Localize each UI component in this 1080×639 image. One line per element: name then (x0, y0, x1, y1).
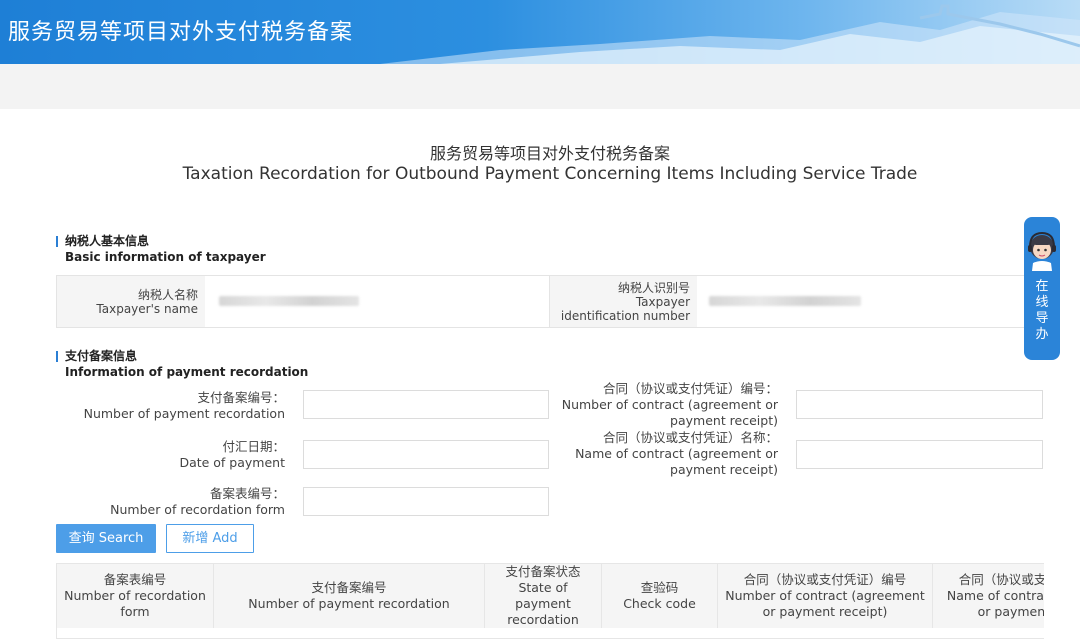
column-header-cn: 支付备案编号 (311, 580, 387, 595)
guide-char: 线 (1035, 295, 1049, 310)
column-header-payment-number[interactable]: 支付备案编号 Number of payment recordation (214, 564, 485, 628)
taxpayer-id-label-en1: Taxpayer (635, 294, 690, 309)
column-header-en1: Number of recordation (64, 588, 206, 603)
guide-char: 导 (1035, 311, 1049, 326)
page-subtitle: Taxation Recordation for Outbound Paymen… (182, 164, 918, 184)
column-header-check-code[interactable]: 查验码 Check code (602, 564, 718, 628)
payment-section-title: 支付备案信息 Information of payment recordatio… (56, 348, 308, 380)
contract-number-label: 合同（协议或支付凭证）编号： Number of contract (agree… (550, 381, 778, 429)
contract-name-input[interactable] (796, 440, 1043, 469)
contract-name-label: 合同（协议或支付凭证）名称： Name of contract (agreeme… (550, 430, 778, 478)
column-header-cn: 合同（协议或支付凭证）名称 (958, 572, 1044, 587)
contract-name-label-cn: 合同（协议或支付凭证）名称： (602, 430, 778, 445)
contract-name-label-en1: Name of contract (agreement or (575, 446, 778, 461)
form-number-input[interactable] (303, 487, 549, 516)
taxpayer-id-label: 纳税人识别号 Taxpayer identification number (549, 276, 697, 327)
results-table: 备案表编号 Number of recordation form 支付备案编号 … (56, 563, 1044, 639)
header-banner: 服务贸易等项目对外支付税务备案 (0, 0, 1080, 64)
payment-number-label-en: Number of payment recordation (83, 406, 285, 421)
contract-number-label-cn: 合同（协议或支付凭证）编号： (602, 381, 778, 396)
taxpayer-name-label: 纳税人名称 Taxpayer's name (57, 276, 205, 327)
guide-char: 办 (1035, 327, 1049, 342)
payment-number-label-cn: 支付备案编号： (197, 390, 285, 405)
guide-char: 在 (1035, 279, 1049, 294)
payment-section-title-cn: 支付备案信息 (65, 349, 138, 363)
payment-section-title-en: Information of payment recordation (65, 365, 309, 379)
column-header-en2: or payment receipt) (977, 604, 1044, 619)
column-header-en1: Check code (623, 596, 696, 611)
payment-number-input[interactable] (303, 390, 549, 419)
column-header-en1: Number of payment recordation (248, 596, 450, 611)
banner-title: 服务贸易等项目对外支付税务备案 (8, 20, 354, 45)
column-header-en2: form (120, 604, 150, 619)
column-header-contract-number[interactable]: 合同（协议或支付凭证）编号 Number of contract (agreem… (718, 564, 933, 628)
column-header-cn: 查验码 (640, 580, 679, 595)
taxpayer-section-title-cn: 纳税人基本信息 (65, 234, 150, 248)
column-header-payment-state[interactable]: 支付备案状态 State of payment recordation (485, 564, 602, 628)
search-button[interactable]: 查询 Search (56, 524, 156, 553)
form-number-label: 备案表编号： Number of recordation form (60, 486, 285, 518)
online-guide-widget[interactable]: 在 线 导 办 (1024, 217, 1060, 360)
contract-number-input[interactable] (796, 390, 1043, 419)
online-guide-label: 在 线 导 办 (1024, 279, 1060, 343)
add-button[interactable]: 新增 Add (166, 524, 254, 553)
column-header-form-number[interactable]: 备案表编号 Number of recordation form (57, 564, 214, 628)
form-number-label-cn: 备案表编号： (209, 486, 285, 501)
toolbar-strip (0, 64, 1080, 109)
taxpayer-id-value (697, 276, 1045, 327)
payment-date-label: 付汇日期： Date of payment (60, 439, 285, 471)
great-wall-decoration-icon (380, 4, 1080, 64)
column-header-en1: State of payment (515, 580, 571, 611)
column-header-en1: Number of contract (agreement (725, 588, 925, 603)
customer-service-avatar-icon (1028, 231, 1056, 271)
contract-number-label-en1: Number of contract (agreement or (561, 397, 778, 412)
column-header-en1: Name of contract (agreement (946, 588, 1044, 603)
taxpayer-id-label-en2: identification number (560, 308, 690, 323)
taxpayer-id-label-cn: 纳税人识别号 (617, 280, 690, 295)
taxpayer-section-title-en: Basic information of taxpayer (65, 250, 266, 264)
page-title: 服务贸易等项目对外支付税务备案 (429, 144, 670, 163)
column-header-en2: or payment receipt) (762, 604, 888, 619)
payment-date-label-en: Date of payment (179, 455, 285, 470)
column-header-cn: 合同（协议或支付凭证）编号 (743, 572, 907, 587)
column-header-cn: 支付备案状态 (505, 564, 581, 579)
column-header-cn: 备案表编号 (103, 572, 167, 587)
contract-number-label-en2: payment receipt) (670, 413, 778, 428)
payment-date-input[interactable] (303, 440, 549, 469)
form-number-label-en: Number of recordation form (110, 502, 285, 517)
column-header-contract-name[interactable]: 合同（协议或支付凭证）名称 Name of contract (agreemen… (933, 564, 1044, 628)
table-header: 备案表编号 Number of recordation form 支付备案编号 … (57, 564, 1044, 628)
column-header-en2: recordation (507, 612, 579, 627)
payment-number-label: 支付备案编号： Number of payment recordation (60, 390, 285, 422)
taxpayer-name-value (205, 276, 549, 327)
contract-name-label-en2: payment receipt) (670, 462, 778, 477)
taxpayer-name-label-en: Taxpayer's name (96, 301, 198, 316)
taxpayer-name-label-cn: 纳税人名称 (137, 287, 198, 302)
payment-date-label-cn: 付汇日期： (222, 439, 285, 454)
taxpayer-section-title: 纳税人基本信息 Basic information of taxpayer (56, 233, 266, 265)
taxpayer-info-box: 纳税人名称 Taxpayer's name 纳税人识别号 Taxpayer id… (56, 275, 1046, 328)
